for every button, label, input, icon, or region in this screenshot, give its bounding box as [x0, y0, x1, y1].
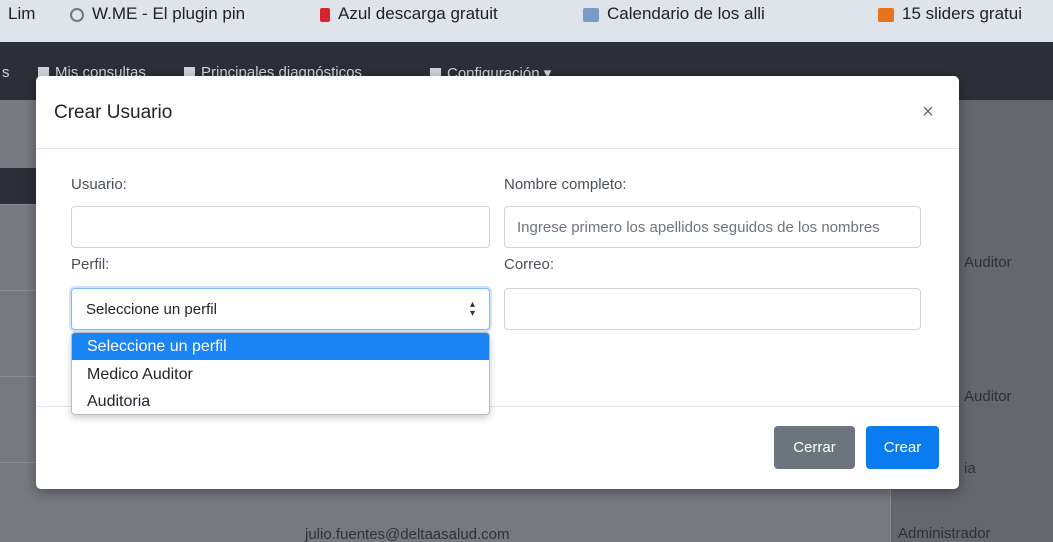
modal-header: Crear Usuario ×: [36, 76, 959, 149]
azul-icon: [320, 7, 330, 22]
bookmark-item[interactable]: 15 sliders gratui: [878, 4, 1022, 24]
bookmark-item[interactable]: Lim: [8, 4, 35, 24]
correo-input[interactable]: [504, 288, 921, 330]
usuario-label: Usuario:: [71, 176, 127, 193]
bookmark-label: 15 sliders gratui: [902, 4, 1023, 23]
calendar-icon: [583, 7, 599, 22]
crear-usuario-modal: Crear Usuario × Usuario: Nombre completo…: [36, 76, 959, 489]
table-cell: Administrador: [898, 525, 991, 542]
table-cell: ia: [964, 460, 976, 477]
usuario-input[interactable]: [71, 206, 490, 248]
bookmark-item[interactable]: Calendario de los alli: [583, 4, 765, 24]
nombre-completo-input[interactable]: [504, 206, 921, 248]
dropdown-option-auditoria[interactable]: Auditoria: [72, 388, 489, 414]
whatsapp-icon: [70, 7, 84, 22]
perfil-select-value: Seleccione un perfil: [86, 301, 217, 318]
nav-item-partial[interactable]: s: [2, 64, 10, 81]
table-cell: Auditor: [964, 388, 1012, 405]
cerrar-button[interactable]: Cerrar: [774, 426, 855, 469]
bookmark-label: Calendario de los alli: [607, 4, 765, 23]
table-cell-email: julio.fuentes@deltaasalud.com: [305, 526, 510, 542]
updown-arrow-icon: ▴ ▾: [469, 299, 475, 319]
dropdown-option-medico-auditor[interactable]: Medico Auditor: [72, 361, 489, 388]
bookmark-label: Lim: [8, 4, 36, 23]
dropdown-option-seleccione[interactable]: Seleccione un perfil: [72, 333, 489, 360]
pen-icon: [878, 7, 894, 22]
bookmark-item[interactable]: Azul descarga gratuit: [320, 4, 498, 24]
table-cell: Auditor: [964, 254, 1012, 271]
bookmark-label: W.ME - El plugin pin: [92, 4, 246, 23]
bookmarks-bar: Lim W.ME - El plugin pin Azul descarga g…: [0, 0, 1053, 42]
nav-label: s: [2, 64, 10, 81]
perfil-label: Perfil:: [71, 256, 110, 273]
nombre-completo-label: Nombre completo:: [504, 176, 627, 193]
modal-title: Crear Usuario: [54, 102, 173, 123]
bookmark-label: Azul descarga gratuit: [338, 4, 498, 23]
correo-label: Correo:: [504, 256, 555, 273]
bookmark-item[interactable]: W.ME - El plugin pin: [70, 4, 245, 24]
perfil-select[interactable]: Seleccione un perfil ▴ ▾: [71, 288, 490, 330]
close-icon[interactable]: ×: [916, 100, 940, 124]
crear-button[interactable]: Crear: [866, 426, 939, 469]
perfil-dropdown-list: Seleccione un perfil Medico Auditor Audi…: [71, 332, 490, 415]
